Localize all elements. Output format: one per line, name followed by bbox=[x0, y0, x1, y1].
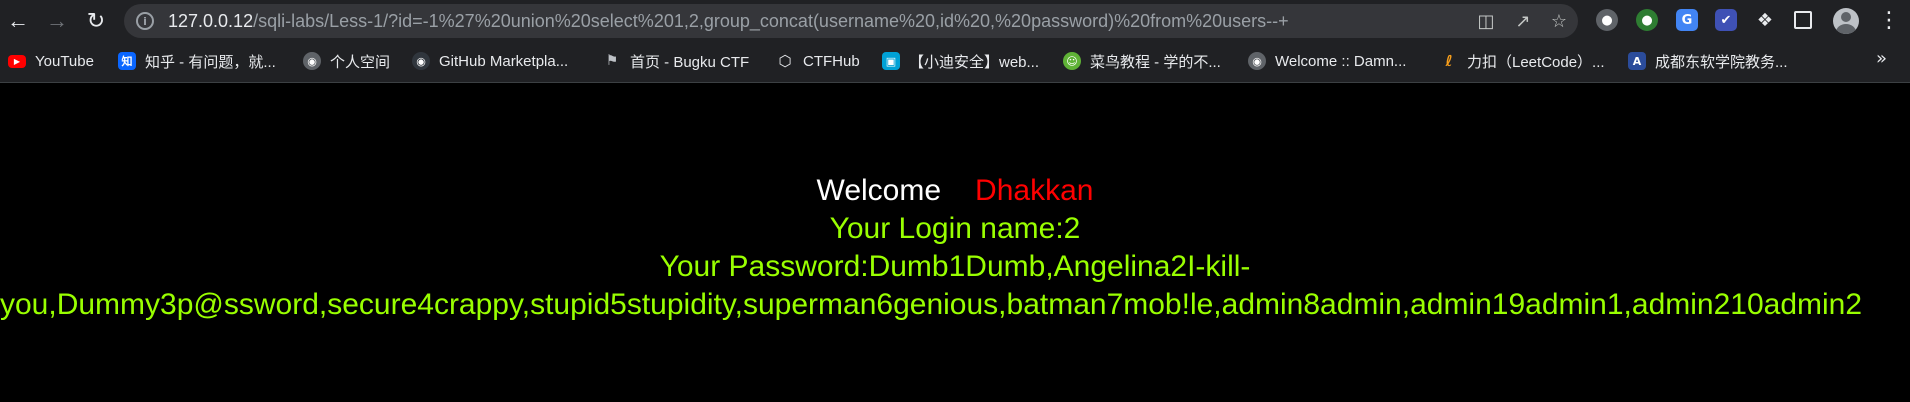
globe-icon: ◉ bbox=[1248, 52, 1266, 70]
school-icon: A bbox=[1628, 52, 1646, 70]
bookmark-label: 个人空间 bbox=[330, 53, 391, 71]
forward-button[interactable]: → bbox=[43, 7, 71, 35]
url-path: /sqli-labs/Less-1/?id=-1%27%20union%20se… bbox=[253, 11, 1289, 31]
more-menu-icon[interactable]: ⋮ bbox=[1878, 7, 1900, 35]
password-line-2: you,Dummy3p@ssword,secure4crappy,stupid5… bbox=[0, 288, 1863, 321]
bookmark-label: YouTube bbox=[35, 52, 94, 70]
youtube-icon: ▶ bbox=[8, 54, 26, 68]
login-name-line: Your Login name:2 bbox=[829, 212, 1081, 245]
github-icon: ◉ bbox=[412, 52, 430, 70]
extensions-puzzle-icon[interactable]: ❖ bbox=[1754, 9, 1776, 31]
bookmark-label: GitHub Marketpla... bbox=[439, 52, 569, 70]
url-text[interactable]: 127.0.0.12/sqli-labs/Less-1/?id=-1%27%20… bbox=[168, 11, 1289, 32]
translate-icon[interactable]: ◫ bbox=[1476, 12, 1496, 32]
leetcode-icon: ℓ bbox=[1445, 52, 1453, 70]
bookmark-label: 【小迪安全】web... bbox=[909, 53, 1040, 71]
bookmark-item-ctfhub[interactable]: ⬡ CTFHub bbox=[776, 49, 860, 73]
bookmark-item-github[interactable]: ◉ GitHub Marketpla... bbox=[412, 49, 568, 73]
bookmark-item-personal-space[interactable]: ◉ 个人空间 bbox=[303, 49, 390, 73]
arrow-left-icon: ← bbox=[7, 8, 29, 33]
flag-icon: ⚑ bbox=[605, 53, 619, 69]
bookmark-item-dvwa[interactable]: ◉ Welcome :: Damn... bbox=[1248, 49, 1406, 73]
ctfhub-icon: ⬡ bbox=[778, 52, 792, 70]
profile-avatar-icon[interactable] bbox=[1833, 8, 1859, 34]
back-button[interactable]: ← bbox=[4, 7, 32, 35]
bookmark-item-bilibili[interactable]: ▣ 【小迪安全】web... bbox=[882, 49, 1039, 73]
arrow-right-icon: → bbox=[46, 8, 68, 33]
page-content: Welcome Dhakkan Your Login name:2 Your Pa… bbox=[0, 84, 1910, 402]
bookmark-label: 菜鸟教程 - 学的不... bbox=[1090, 53, 1221, 71]
share-icon[interactable]: ↗ bbox=[1513, 12, 1533, 32]
bookmark-star-icon[interactable]: ☆ bbox=[1549, 12, 1569, 32]
extension-globe-icon[interactable]: ● bbox=[1596, 9, 1618, 31]
bilibili-icon: ▣ bbox=[882, 52, 900, 70]
bookmark-label: CTFHub bbox=[803, 52, 860, 70]
bookmark-item-leetcode[interactable]: ℓ 力扣（LeetCode）... bbox=[1440, 49, 1605, 73]
bookmark-label: 力扣（LeetCode）... bbox=[1467, 53, 1605, 71]
bookmarks-bar: ▶ YouTube 知 知乎 - 有问题，就... ◉ 个人空间 ◉ GitHu… bbox=[0, 47, 1910, 75]
side-panel-icon[interactable] bbox=[1794, 11, 1812, 29]
extension-vuejs-icon[interactable]: ✔ bbox=[1715, 9, 1737, 31]
bookmark-item-youtube[interactable]: ▶ YouTube bbox=[8, 49, 94, 73]
extension-translate-icon[interactable]: G bbox=[1676, 9, 1698, 31]
browser-toolbar: ← → ↻ i 127.0.0.12/sqli-labs/Less-1/?id=… bbox=[0, 0, 1910, 42]
zhihu-icon: 知 bbox=[118, 52, 136, 70]
bookmark-label: 成都东软学院教务... bbox=[1655, 53, 1788, 71]
site-info-icon[interactable]: i bbox=[136, 12, 154, 30]
url-host: 127.0.0.12 bbox=[168, 11, 254, 31]
password-line-1: Your Password:Dumb1Dumb,Angelina2I-kill- bbox=[659, 250, 1251, 283]
welcome-text: Welcome bbox=[816, 174, 942, 207]
extension-green-icon[interactable]: ● bbox=[1636, 9, 1658, 31]
browser-chrome: ← → ↻ i 127.0.0.12/sqli-labs/Less-1/?id=… bbox=[0, 0, 1910, 83]
bookmark-item-bugku[interactable]: ⚑ 首页 - Bugku CTF bbox=[603, 49, 749, 73]
welcome-line: Welcome Dhakkan bbox=[0, 174, 1910, 208]
bookmark-item-zhihu[interactable]: 知 知乎 - 有问题，就... bbox=[118, 49, 276, 73]
address-bar[interactable]: i 127.0.0.12/sqli-labs/Less-1/?id=-1%27%… bbox=[124, 4, 1578, 38]
bookmark-label: 知乎 - 有问题，就... bbox=[145, 53, 276, 71]
welcome-name: Dhakkan bbox=[975, 174, 1094, 207]
bookmark-item-runoob[interactable]: ☺ 菜鸟教程 - 学的不... bbox=[1063, 49, 1221, 73]
runoob-icon: ☺ bbox=[1063, 52, 1081, 70]
bookmark-label: 首页 - Bugku CTF bbox=[630, 53, 750, 71]
bookmarks-overflow-chevron-icon[interactable]: » bbox=[1876, 48, 1887, 69]
bookmark-item-school[interactable]: A 成都东软学院教务... bbox=[1628, 49, 1788, 73]
reload-icon: ↻ bbox=[86, 8, 106, 33]
reload-button[interactable]: ↻ bbox=[82, 7, 110, 35]
globe-icon: ◉ bbox=[303, 52, 321, 70]
bookmark-label: Welcome :: Damn... bbox=[1275, 52, 1407, 70]
